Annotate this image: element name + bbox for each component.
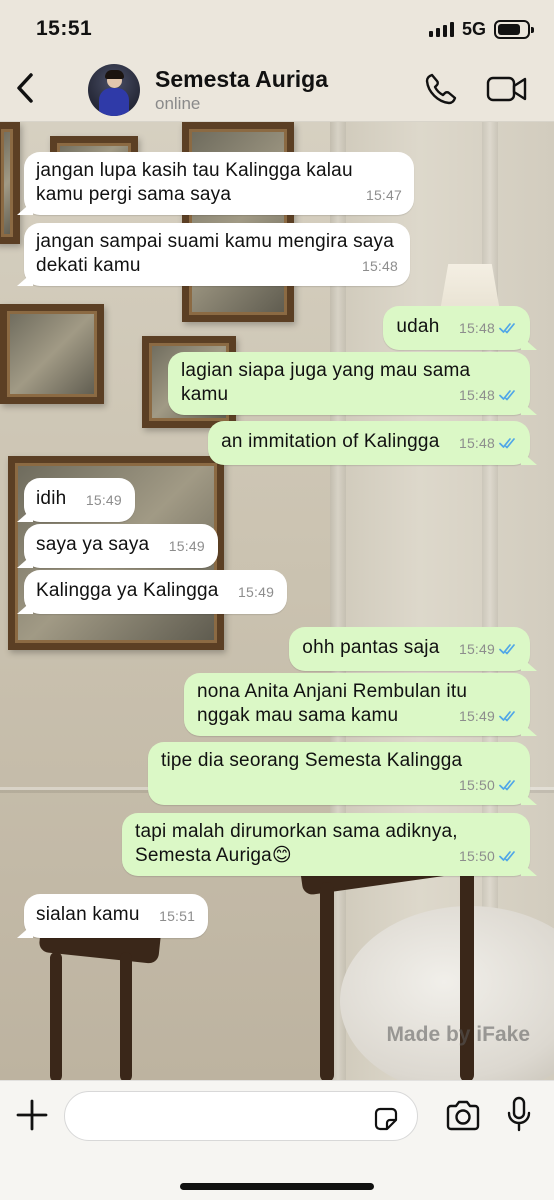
- message-text: udah: [396, 316, 440, 337]
- message-text: saya ya saya: [36, 534, 150, 555]
- video-call-icon: [486, 76, 527, 102]
- double-check-icon: [499, 323, 515, 334]
- message-text: Kalingga ya Kalingga: [36, 580, 219, 601]
- microphone-icon: [507, 1096, 531, 1132]
- message-time: 15:49: [458, 641, 495, 657]
- contact-status: online: [155, 94, 201, 113]
- message-text: ohh pantas saja: [302, 637, 440, 658]
- sticker-button[interactable]: [372, 1105, 400, 1133]
- message-outgoing[interactable]: ohh pantas saja 15:49: [289, 627, 537, 671]
- message-time: 15:47: [365, 187, 402, 203]
- message-text: sialan kamu: [36, 904, 140, 925]
- message-time: 15:49: [238, 584, 275, 600]
- message-outgoing[interactable]: nona Anita Anjani Rembulan itu nggak mau…: [184, 673, 537, 736]
- message-incoming[interactable]: idih 15:49: [17, 478, 135, 522]
- signal-icon: [428, 21, 454, 37]
- message-incoming[interactable]: Kalingga ya Kalingga 15:49: [17, 570, 288, 614]
- message-text: an immitation of Kalingga: [221, 431, 440, 452]
- double-check-icon: [499, 644, 515, 655]
- microphone-button[interactable]: [505, 1095, 533, 1135]
- message-text: jangan sampai suami kamu mengira saya de…: [36, 231, 395, 276]
- network-label: 5G: [461, 18, 486, 39]
- message-incoming[interactable]: saya ya saya 15:49: [17, 524, 218, 568]
- message-incoming[interactable]: jangan lupa kasih tau Kalingga kalau kam…: [17, 152, 414, 215]
- battery-icon: [494, 19, 534, 39]
- message-time: 15:49: [168, 538, 205, 554]
- message-text: jangan lupa kasih tau Kalingga kalau kam…: [36, 160, 353, 205]
- camera-button[interactable]: [444, 1099, 482, 1133]
- message-outgoing[interactable]: an immitation of Kalingga 15:48: [208, 421, 537, 465]
- plus-icon: [16, 1099, 48, 1131]
- avatar[interactable]: [88, 64, 140, 116]
- attach-button[interactable]: [14, 1097, 50, 1133]
- voice-call-button[interactable]: [424, 72, 458, 106]
- message-text: idih: [36, 488, 67, 509]
- double-check-icon: [499, 780, 515, 791]
- camera-icon: [446, 1100, 480, 1131]
- message-outgoing[interactable]: tipe dia seorang Semesta Kalingga 15:50: [148, 742, 537, 805]
- message-time: 15:48: [361, 258, 398, 274]
- phone-icon: [425, 73, 457, 105]
- message-incoming[interactable]: jangan sampai suami kamu mengira saya de…: [17, 223, 410, 286]
- contact-name[interactable]: Semesta Auriga: [155, 66, 328, 93]
- message-time: 15:49: [458, 708, 495, 724]
- message-input[interactable]: [64, 1091, 418, 1141]
- message-time: 15:48: [458, 435, 495, 451]
- message-time: 15:48: [458, 387, 495, 403]
- video-call-button[interactable]: [486, 74, 528, 104]
- chat-header: 15:51 5G Semesta Auriga online: [0, 0, 554, 122]
- back-button[interactable]: [10, 68, 40, 108]
- double-check-icon: [499, 711, 515, 722]
- message-time: 15:50: [458, 777, 495, 793]
- watermark: Made by iFake: [386, 1023, 530, 1046]
- message-time: 15:48: [458, 320, 495, 336]
- message-outgoing[interactable]: tapi malah dirumorkan sama adiknya, Seme…: [122, 813, 537, 876]
- message-outgoing[interactable]: lagian siapa juga yang mau sama kamu 15:…: [168, 352, 537, 415]
- status-time: 15:51: [36, 17, 93, 40]
- message-time: 15:50: [458, 848, 495, 864]
- composer-bar: [0, 1080, 554, 1200]
- back-icon: [17, 73, 33, 103]
- sticker-icon: [374, 1107, 398, 1131]
- status-indicators: 5G: [428, 18, 534, 40]
- double-check-icon: [499, 390, 515, 401]
- message-time: 15:51: [159, 908, 196, 924]
- message-outgoing[interactable]: udah 15:48: [383, 306, 537, 350]
- message-text: tipe dia seorang Semesta Kalingga: [161, 750, 463, 771]
- message-time: 15:49: [85, 492, 122, 508]
- double-check-icon: [499, 851, 515, 862]
- double-check-icon: [499, 438, 515, 449]
- home-indicator: [180, 1183, 374, 1190]
- message-incoming[interactable]: sialan kamu 15:51: [17, 894, 209, 938]
